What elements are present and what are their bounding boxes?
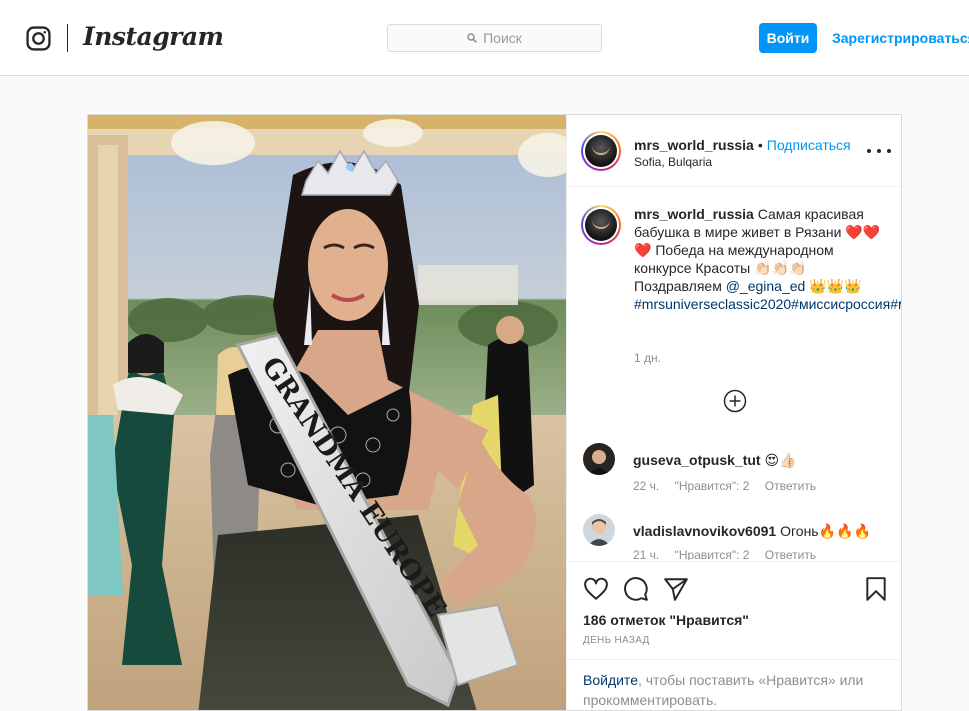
post-photo[interactable]: GRANDMA EUROPE: [88, 115, 566, 711]
comment-reply-button[interactable]: Ответить: [765, 479, 816, 493]
instagram-glyph-icon[interactable]: [26, 26, 51, 51]
comment-likes[interactable]: "Нравится": 2: [675, 548, 750, 560]
more-icon[interactable]: [867, 141, 891, 161]
bookmark-icon[interactable]: [863, 576, 889, 602]
post-username[interactable]: mrs_world_russia: [634, 137, 754, 153]
caption-body-2: 👑👑👑: [805, 278, 862, 294]
post-date: ДЕНЬ НАЗАД: [583, 635, 650, 646]
search-placeholder: Поиск: [483, 30, 522, 46]
login-prompt: Войдите, чтобы поставить «Нравится» или …: [567, 659, 901, 710]
post-header: mrs_world_russia • Подписаться Sofia, Bulq…: [567, 115, 901, 187]
comment-text: 😍👍🏻: [760, 452, 797, 468]
caption-mention[interactable]: @_egina_ed: [726, 278, 806, 294]
comment-item: guseva_otpusk_tut 😍👍🏻 22 ч. "Нравится": …: [583, 443, 893, 503]
caption-avatar[interactable]: [581, 205, 621, 245]
caption-text: mrs_world_russia Самая красивая бабушка …: [634, 205, 901, 313]
comment-avatar[interactable]: [583, 443, 615, 475]
caption-hashtags[interactable]: #mrsuniverseclassic2020#миссисроссия#мис…: [634, 296, 901, 312]
top-navigation-bar: Instagram Поиск Войти Зарегистрироваться: [0, 0, 969, 76]
comment-text: Огонь🔥🔥🔥: [776, 523, 871, 539]
login-prompt-link[interactable]: Войдите: [583, 672, 638, 688]
comment-reply-button[interactable]: Ответить: [765, 548, 816, 560]
instagram-wordmark[interactable]: Instagram: [83, 22, 224, 51]
post-location[interactable]: Sofia, Bulqaria: [634, 155, 712, 169]
signup-link[interactable]: Зарегистрироваться: [832, 30, 969, 46]
avatar[interactable]: [581, 131, 621, 171]
login-button[interactable]: Войти: [759, 23, 817, 53]
heart-icon[interactable]: [583, 576, 609, 602]
comment-time: 21 ч.: [633, 548, 660, 560]
comment-icon[interactable]: [623, 576, 649, 602]
separator-dot: •: [757, 137, 763, 153]
comment-likes[interactable]: "Нравится": 2: [675, 479, 750, 493]
logo-divider: [67, 24, 68, 52]
comment-item: vladislavnovikov6091 Огонь🔥🔥🔥 21 ч. "Нра…: [583, 514, 893, 560]
caption-time: 1 дн.: [634, 351, 661, 365]
comment-username[interactable]: vladislavnovikov6091: [633, 523, 776, 539]
share-icon[interactable]: [663, 576, 689, 602]
post-details-panel: mrs_world_russia • Подписаться Sofia, Bulq…: [566, 115, 901, 710]
post-actions: 186 отметок "Нравится" ДЕНЬ НАЗАД Войдит…: [567, 561, 901, 710]
likes-count[interactable]: 186 отметок "Нравится": [583, 612, 749, 628]
search-icon: [467, 33, 477, 43]
search-input[interactable]: Поиск: [387, 24, 602, 52]
comment-avatar[interactable]: [583, 514, 615, 546]
follow-button[interactable]: Подписаться: [767, 137, 851, 153]
caption-username[interactable]: mrs_world_russia: [634, 206, 754, 222]
load-more-icon[interactable]: [723, 389, 747, 413]
comment-username[interactable]: guseva_otpusk_tut: [633, 452, 761, 468]
comment-time: 22 ч.: [633, 479, 660, 493]
post-card: GRANDMA EUROPE mrs_world_russia • Подписат…: [87, 114, 902, 711]
